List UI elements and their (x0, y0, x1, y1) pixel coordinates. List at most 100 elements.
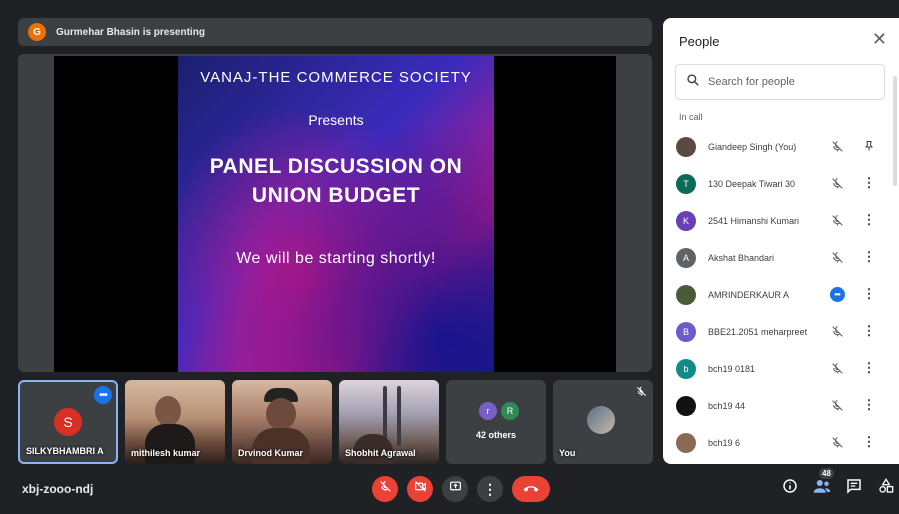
meeting-details-button[interactable] (780, 478, 800, 498)
person-name: bch19 0181 (708, 363, 756, 374)
person-name: bch19 44 (708, 400, 746, 411)
meeting-tools: 48 (780, 468, 896, 499)
shapes-icon (878, 477, 894, 499)
more-options-button[interactable]: ⋮ (477, 476, 503, 502)
show-everyone-button[interactable]: 48 (812, 468, 834, 499)
info-icon (782, 478, 798, 499)
list-item[interactable]: A Akshat Bhandari ⋮ (663, 239, 899, 276)
participant-name: mithilesh kumar (131, 448, 201, 458)
mic-off-icon (829, 175, 845, 191)
avatar: B (676, 321, 696, 342)
mic-toggle-button[interactable] (372, 476, 398, 502)
more-options-icon[interactable]: ⋮ (861, 248, 877, 266)
camera-toggle-button[interactable] (407, 476, 433, 502)
participant-tile[interactable]: Drvinod Kumar (232, 380, 332, 464)
person-name: 2541 Himanshi Kumari (708, 215, 800, 226)
panel-title: People (679, 34, 720, 49)
mic-off-icon (829, 360, 845, 376)
mic-off-icon (379, 480, 392, 498)
more-options-icon[interactable]: ⋮ (861, 433, 877, 451)
list-item[interactable]: B BBE21.2051 meharpreet ⋮ (663, 313, 899, 350)
person-name: Giandeep Singh (You) (708, 141, 797, 152)
video-feed-body (252, 428, 310, 464)
list-item[interactable]: bch19 6 ⋮ (663, 424, 899, 461)
list-item[interactable]: b bch19 0181 ⋮ (663, 350, 899, 387)
people-icon (813, 478, 831, 499)
presentation-stage[interactable]: VANAJ-THE COMMERCE SOCIETY Presents PANE… (18, 54, 652, 372)
video-feed-object (397, 386, 401, 446)
camera-off-icon (414, 480, 427, 498)
chat-icon (846, 478, 862, 499)
list-item[interactable]: AMRINDERKAUR A ••• ⋮ (663, 276, 899, 313)
presentation-slide: VANAJ-THE COMMERCE SOCIETY Presents PANE… (178, 56, 494, 372)
participant-count-badge: 48 (819, 468, 834, 479)
avatar: S (54, 408, 82, 436)
present-screen-icon (449, 480, 462, 498)
people-list: Giandeep Singh (You) T 130 Deepak Tiwari… (663, 128, 899, 461)
mic-off-icon (829, 434, 845, 450)
self-tile[interactable]: You (553, 380, 653, 464)
search-box[interactable] (675, 64, 885, 100)
person-name: 130 Deepak Tiwari 30 (708, 178, 796, 189)
participant-name: Shobhit Agrawal (345, 448, 416, 458)
more-options-icon[interactable]: ⋮ (861, 285, 877, 303)
mic-off-icon (636, 386, 647, 400)
video-feed-person (266, 398, 296, 430)
avatar: r (479, 402, 497, 420)
slide-heading-line-1: PANEL DISCUSSION ON (209, 155, 463, 178)
participant-tiles: ••• S SILKYBHAMBRI A mithilesh kumar Drv… (18, 380, 654, 464)
present-screen-button[interactable] (442, 476, 468, 502)
presenter-avatar: G (28, 23, 46, 41)
close-icon[interactable]: ✕ (872, 30, 887, 48)
mic-off-icon (829, 212, 845, 228)
slide-title: VANAJ-THE COMMERCE SOCIETY (200, 69, 472, 86)
more-options-icon[interactable]: ⋮ (861, 174, 877, 192)
list-item[interactable]: T 130 Deepak Tiwari 30 ⋮ (663, 165, 899, 202)
video-feed-body (145, 424, 195, 464)
more-vert-icon: ⋮ (483, 480, 497, 497)
avatar (587, 406, 615, 434)
participant-name: Drvinod Kumar (238, 448, 304, 458)
mic-off-icon (829, 138, 845, 154)
in-call-label: In call (679, 112, 703, 122)
participant-name: You (559, 448, 576, 458)
participant-tile[interactable]: ••• S SILKYBHAMBRI A (18, 380, 118, 464)
list-item[interactable]: K 2541 Himanshi Kumari ⋮ (663, 202, 899, 239)
more-options-icon[interactable]: ⋮ (861, 396, 877, 414)
activities-button[interactable] (876, 477, 896, 499)
presenting-banner: G Gurmehar Bhasin is presenting (18, 18, 652, 46)
slide-heading-line-2: UNION BUDGET (251, 184, 421, 207)
search-icon (686, 73, 700, 92)
avatar: T (676, 173, 696, 194)
participant-name: SILKYBHAMBRI A (26, 446, 104, 456)
leave-call-button[interactable] (512, 476, 550, 502)
more-options-icon[interactable]: ••• (94, 386, 112, 404)
list-item[interactable]: Giandeep Singh (You) (663, 128, 899, 165)
more-options-icon[interactable]: ⋮ (861, 359, 877, 377)
avatar (676, 136, 696, 157)
avatar: K (676, 210, 696, 231)
slide-presents: Presents (308, 112, 364, 128)
list-item[interactable]: bch19 44 ⋮ (663, 387, 899, 424)
more-options-icon[interactable]: ⋮ (861, 211, 877, 229)
chat-button[interactable] (844, 478, 864, 498)
more-options-icon[interactable]: ⋮ (861, 322, 877, 340)
mic-off-icon (829, 397, 845, 413)
participant-tile[interactable]: Shobhit Agrawal (339, 380, 439, 464)
speaking-indicator-icon: ••• (829, 286, 845, 302)
others-tile[interactable]: r R 42 others (446, 380, 546, 464)
others-count: 42 others (475, 430, 517, 440)
mic-off-icon (829, 323, 845, 339)
mic-off-icon (829, 249, 845, 265)
participant-tile[interactable]: mithilesh kumar (125, 380, 225, 464)
person-name: Akshat Bhandari (708, 252, 775, 263)
avatar: b (676, 358, 696, 379)
avatar: R (501, 402, 519, 420)
pin-icon[interactable] (861, 137, 877, 155)
search-input[interactable] (708, 76, 868, 88)
presenting-text: Gurmehar Bhasin is presenting (56, 26, 205, 38)
person-name: BBE21.2051 meharpreet (708, 326, 808, 337)
video-feed-person (155, 396, 181, 426)
avatar: A (676, 247, 696, 268)
person-name: AMRINDERKAUR A (708, 289, 790, 300)
